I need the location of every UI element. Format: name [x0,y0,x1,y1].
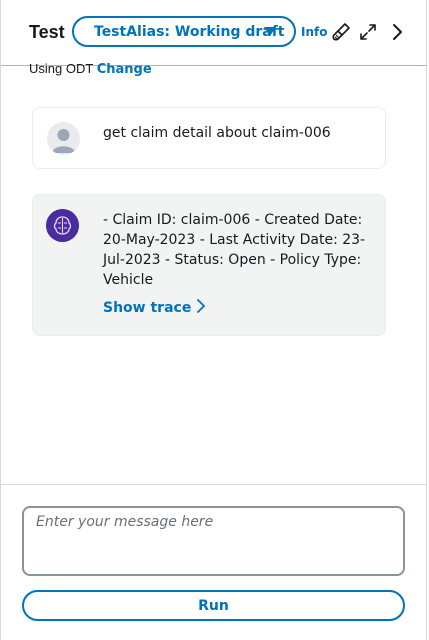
message-input[interactable] [22,506,405,576]
chevron-right-icon[interactable] [387,22,407,42]
panel-header: Test TestAlias: Working draft Info [1,0,426,66]
clear-brush-icon[interactable] [331,22,351,42]
info-link[interactable]: Info [301,25,327,39]
panel-title: Test [29,22,65,42]
expand-icon[interactable] [358,22,378,42]
agent-brain-icon [46,209,79,242]
user-message: get claim detail about claim-006 [32,107,386,169]
show-trace-label: Show trace [103,300,192,316]
model-label: Using ODT [29,61,94,76]
model-row: Using ODT Change [29,61,152,77]
trace-chevron-icon [197,299,206,313]
show-trace-link[interactable]: Show trace [103,299,206,316]
alias-selector[interactable]: TestAlias: Working draft [72,16,296,47]
user-message-text: get claim detail about claim-006 [103,125,331,141]
alias-selector-label: TestAlias: Working draft [94,24,285,40]
caret-down-icon [264,27,276,36]
test-panel: Test TestAlias: Working draft Info Using… [0,0,427,640]
agent-message-text: - Claim ID: claim-006 - Created Date: 20… [103,212,366,288]
run-button[interactable]: Run [22,590,405,621]
change-model-link[interactable]: Change [97,62,152,77]
agent-message: - Claim ID: claim-006 - Created Date: 20… [32,194,386,336]
user-avatar-icon [47,122,80,155]
